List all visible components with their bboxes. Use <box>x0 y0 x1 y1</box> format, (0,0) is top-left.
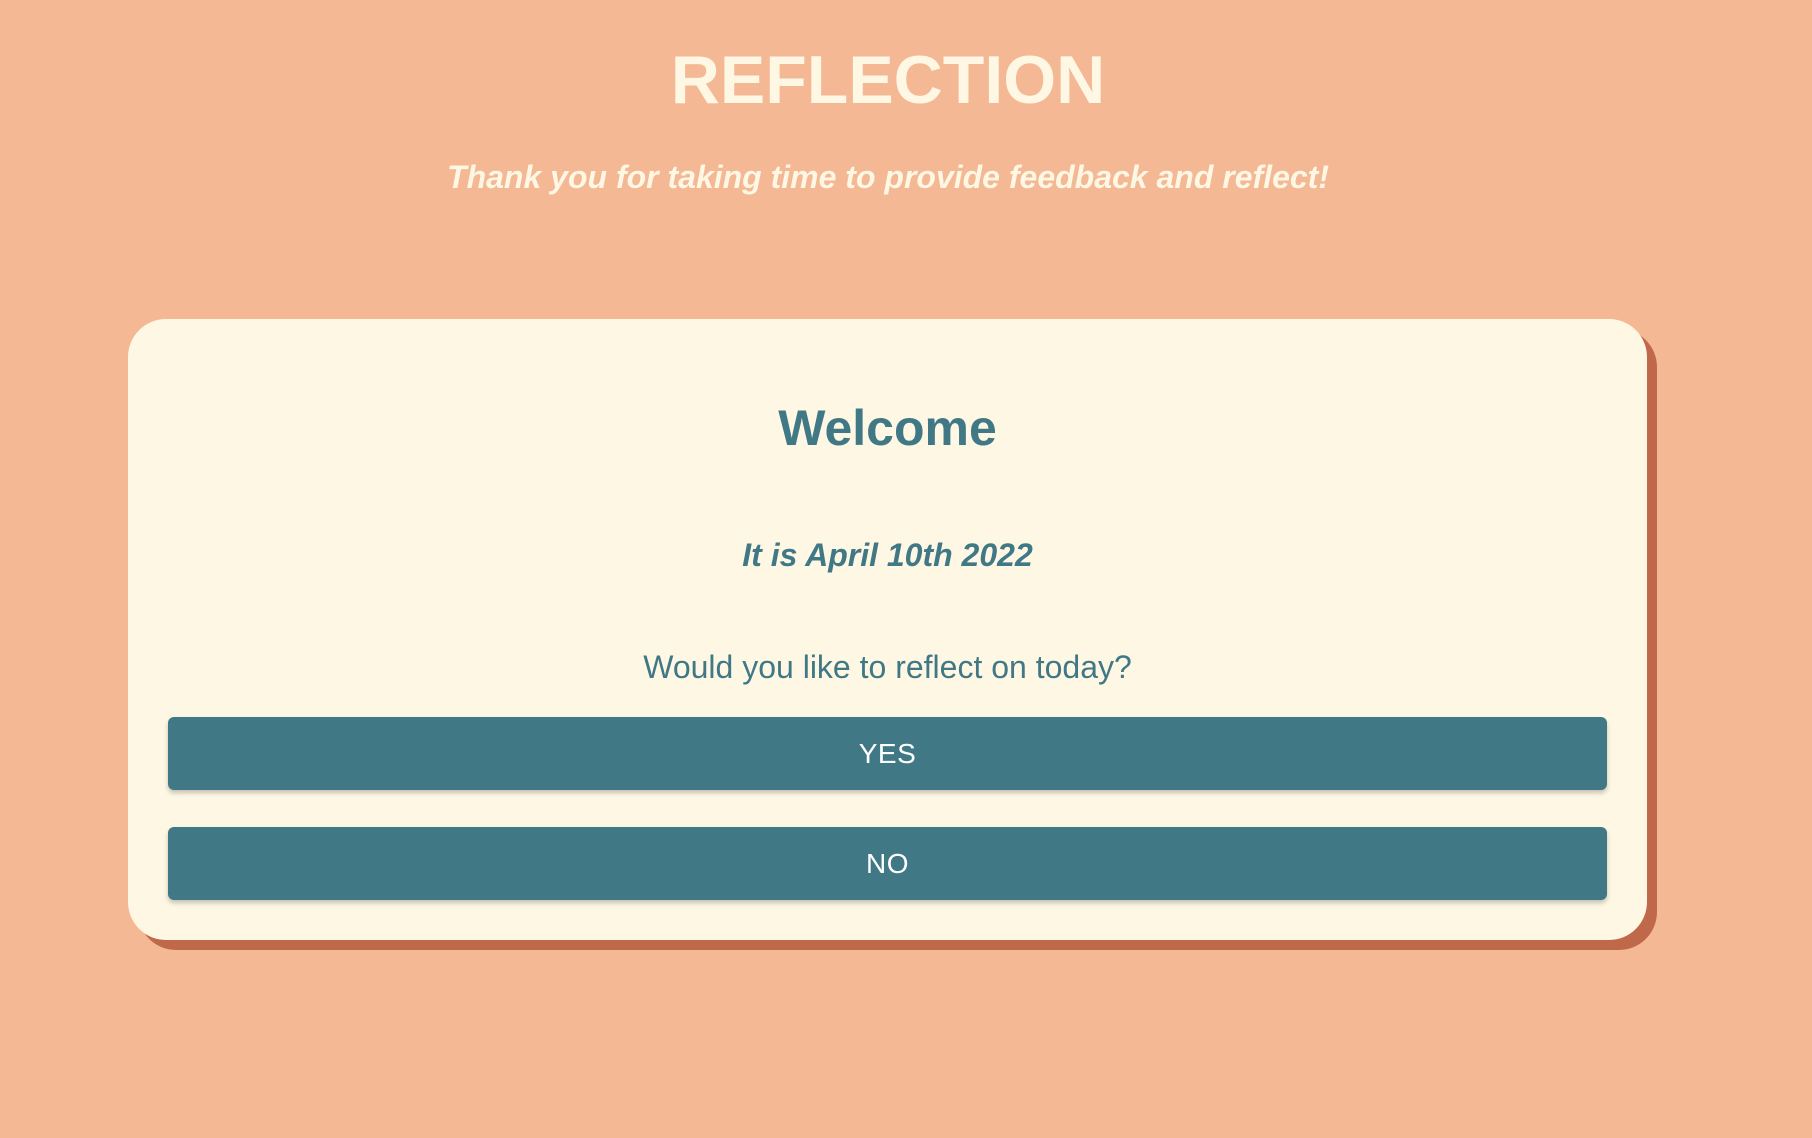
welcome-card: Welcome It is April 10th 2022 Would you … <box>128 319 1647 940</box>
welcome-heading: Welcome <box>778 400 997 456</box>
page-title: REFLECTION <box>670 42 1106 118</box>
reflect-question: Would you like to reflect on today? <box>643 649 1132 685</box>
yes-button[interactable]: YES <box>168 717 1607 790</box>
no-button[interactable]: NO <box>168 827 1607 900</box>
date-text: It is April 10th 2022 <box>742 537 1033 573</box>
page-subtitle: Thank you for taking time to provide fee… <box>447 159 1329 195</box>
